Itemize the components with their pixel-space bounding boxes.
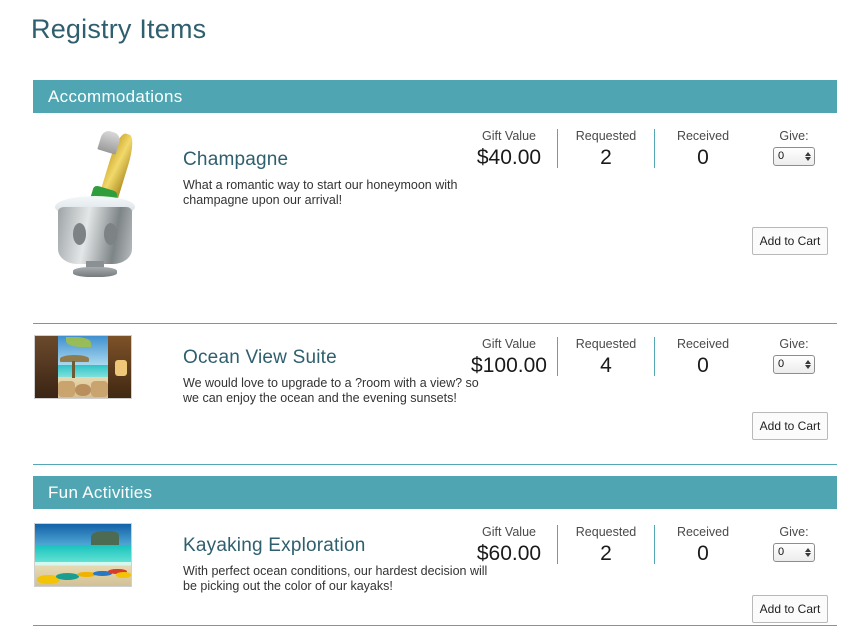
bottom-divider: [33, 625, 837, 626]
registry-item: Ocean View Suite We would love to upgrad…: [33, 321, 837, 465]
item-divider: [33, 464, 837, 465]
give-quantity-value: 0: [778, 358, 785, 370]
stat-value-gift-value: $100.00: [471, 354, 547, 377]
section-header-fun-activities: Fun Activities: [33, 476, 837, 509]
stat-give: Give: 0: [751, 336, 837, 374]
spinner-arrows-icon[interactable]: [805, 356, 811, 373]
stat-label-give: Give:: [779, 525, 809, 539]
stat-requested: Requested 2: [558, 524, 654, 567]
stat-received: Received 0: [655, 524, 751, 567]
stat-requested: Requested 4: [558, 336, 654, 379]
add-to-cart-button[interactable]: Add to Cart: [752, 227, 828, 255]
item-name: Kayaking Exploration: [183, 535, 366, 556]
item-stats: Gift Value $60.00 Requested 2 Received 0: [461, 524, 837, 567]
give-quantity-stepper[interactable]: 0: [773, 355, 815, 374]
stat-label-received: Received: [676, 129, 730, 143]
give-quantity-stepper[interactable]: 0: [773, 147, 815, 166]
stat-value-received: 0: [697, 354, 709, 377]
give-quantity-value: 0: [778, 546, 785, 558]
stat-value-received: 0: [697, 542, 709, 565]
item-stats: Gift Value $100.00 Requested 4 Received …: [461, 336, 837, 379]
give-quantity-value: 0: [778, 150, 785, 162]
stat-gift-value: Gift Value $100.00: [461, 336, 557, 379]
registry-item: Kayaking Exploration With perfect ocean …: [33, 509, 837, 632]
registry-item: Champagne What a romantic way to start o…: [33, 113, 837, 324]
stat-gift-value: Gift Value $40.00: [461, 128, 557, 171]
stat-value-gift-value: $40.00: [476, 146, 542, 169]
item-description: With perfect ocean conditions, our harde…: [183, 564, 488, 593]
item-description: What a romantic way to start our honeymo…: [183, 178, 458, 207]
section-header-accommodations: Accommodations: [33, 80, 837, 113]
stat-value-requested: 2: [600, 146, 612, 169]
stat-received: Received 0: [655, 336, 751, 379]
product-image-ocean-view-suite: [34, 335, 132, 399]
spinner-arrows-icon[interactable]: [805, 148, 811, 165]
stat-label-requested: Requested: [575, 525, 637, 539]
item-text-block: Champagne What a romantic way to start o…: [183, 148, 503, 208]
item-name: Champagne: [183, 149, 289, 170]
stat-value-received: 0: [697, 146, 709, 169]
stat-label-give: Give:: [779, 337, 809, 351]
add-to-cart-button[interactable]: Add to Cart: [752, 595, 828, 623]
stat-value-requested: 2: [600, 542, 612, 565]
give-quantity-stepper[interactable]: 0: [773, 543, 815, 562]
stat-give: Give: 0: [751, 128, 837, 166]
stat-label-give: Give:: [779, 129, 809, 143]
stat-label-received: Received: [676, 337, 730, 351]
item-stats: Gift Value $40.00 Requested 2 Received 0: [461, 128, 837, 171]
stat-label-received: Received: [676, 525, 730, 539]
stat-received: Received 0: [655, 128, 751, 171]
product-image-kayaking-exploration: [34, 523, 132, 587]
stat-give: Give: 0: [751, 524, 837, 562]
item-name: Ocean View Suite: [183, 347, 337, 368]
registry-content: Accommodations Champagne What a romantic…: [33, 80, 837, 632]
stat-label-requested: Requested: [575, 337, 637, 351]
stat-gift-value: Gift Value $60.00: [461, 524, 557, 567]
stat-label-gift-value: Gift Value: [482, 525, 536, 539]
stat-value-gift-value: $60.00: [476, 542, 542, 565]
spinner-arrows-icon[interactable]: [805, 544, 811, 561]
stat-label-gift-value: Gift Value: [482, 337, 536, 351]
stat-label-gift-value: Gift Value: [482, 129, 536, 143]
product-image-champagne: [39, 125, 151, 283]
registry-page: Registry Items Accommodations Champagne …: [0, 0, 865, 632]
item-text-block: Kayaking Exploration With perfect ocean …: [183, 534, 503, 594]
item-description: We would love to upgrade to a ?room with…: [183, 376, 479, 405]
item-text-block: Ocean View Suite We would love to upgrad…: [183, 346, 503, 406]
page-title: Registry Items: [31, 14, 207, 44]
stat-label-requested: Requested: [575, 129, 637, 143]
stat-requested: Requested 2: [558, 128, 654, 171]
add-to-cart-button[interactable]: Add to Cart: [752, 412, 828, 440]
stat-value-requested: 4: [600, 354, 612, 377]
